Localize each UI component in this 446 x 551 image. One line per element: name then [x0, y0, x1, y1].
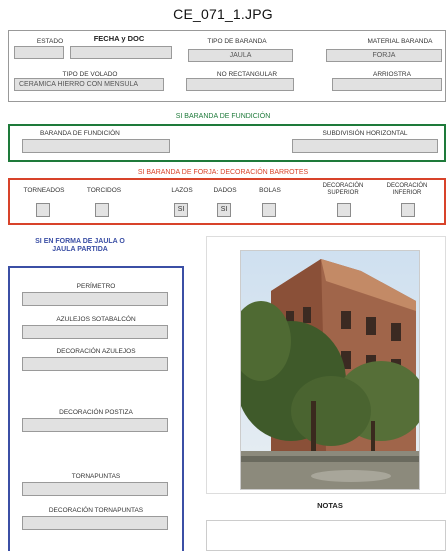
building-photo	[240, 250, 420, 490]
azulejos-sotabalcon-label: AZULEJOS SOTABALCÓN	[56, 316, 136, 323]
torneados-label: TORNEADOS	[23, 187, 65, 194]
fundicion-header: SI BARANDA DE FUNDICIÓN	[175, 113, 271, 120]
dados-label: DADOS	[213, 187, 237, 194]
forja-panel	[8, 178, 446, 225]
decoracion-superior-label: DECORACIÓN SUPERIOR	[322, 183, 364, 196]
tornapuntas-field[interactable]	[22, 482, 168, 496]
lazos-checkbox[interactable]: SI	[174, 203, 188, 217]
notas-field[interactable]	[206, 520, 446, 551]
bolas-label: BOLAS	[259, 187, 281, 194]
lazos-label: LAZOS	[171, 187, 193, 194]
decoracion-azulejos-field[interactable]	[22, 357, 168, 371]
decoracion-azulejos-label: DECORACIÓN AZULEJOS	[56, 348, 136, 355]
decoracion-inferior-checkbox[interactable]	[401, 203, 415, 217]
tornapuntas-label: TORNAPUNTAS	[71, 473, 121, 480]
torneados-checkbox[interactable]	[36, 203, 50, 217]
decoracion-superior-checkbox[interactable]	[337, 203, 351, 217]
tipo-volado-field[interactable]: CERAMICA HIERRO CON MENSULA	[14, 78, 164, 91]
tipo-baranda-field[interactable]: JAULA	[188, 49, 293, 62]
decoracion-tornapuntas-label: DECORACIÓN TORNAPUNTAS	[48, 507, 144, 514]
perimetro-label: PERÍMETRO	[76, 283, 116, 290]
baranda-fundicion-label: BARANDA DE FUNDICIÓN	[40, 130, 120, 137]
decoracion-inferior-label: DECORACIÓN INFERIOR	[386, 183, 428, 196]
torcidos-checkbox[interactable]	[95, 203, 109, 217]
no-rectangular-label: NO RECTANGULAR	[216, 71, 278, 78]
page-title: CE_071_1.JPG	[173, 6, 273, 22]
dados-checkbox[interactable]: SI	[217, 203, 231, 217]
forja-header: SI BARANDA DE FORJA: DECORACIÓN BARROTES	[137, 169, 309, 176]
arriostra-label: ARRIOSTRA	[373, 71, 411, 78]
decoracion-tornapuntas-field[interactable]	[22, 516, 168, 530]
no-rectangular-field[interactable]	[186, 78, 294, 91]
azulejos-sotabalcon-field[interactable]	[22, 325, 168, 339]
building-photo-image	[241, 251, 419, 489]
tipo-volado-label: TIPO DE VOLADO	[62, 71, 118, 78]
subdivision-field[interactable]	[292, 139, 438, 153]
tipo-baranda-label: TIPO DE BARANDA	[207, 38, 267, 45]
fecha-label: FECHA y DOC	[93, 34, 145, 43]
subdivision-label: SUBDIVISIÓN HORIZONTAL	[322, 130, 408, 137]
estado-label: ESTADO	[36, 38, 64, 45]
torcidos-label: TORCIDOS	[86, 187, 122, 194]
bolas-checkbox[interactable]	[262, 203, 276, 217]
baranda-fundicion-field[interactable]	[22, 139, 170, 153]
estado-field[interactable]	[14, 46, 64, 59]
material-label: MATERIAL BARANDA	[367, 38, 433, 45]
decoracion-postiza-label: DECORACIÓN POSTIZA	[59, 409, 133, 416]
decoracion-postiza-field[interactable]	[22, 418, 168, 432]
jaula-header: SI EN FORMA DE JAULA O JAULA PARTIDA	[35, 238, 125, 253]
perimetro-field[interactable]	[22, 292, 168, 306]
notas-label: NOTAS	[317, 501, 343, 510]
fecha-field[interactable]	[70, 46, 172, 59]
material-field[interactable]: FORJA	[326, 49, 442, 62]
arriostra-field[interactable]	[332, 78, 442, 91]
